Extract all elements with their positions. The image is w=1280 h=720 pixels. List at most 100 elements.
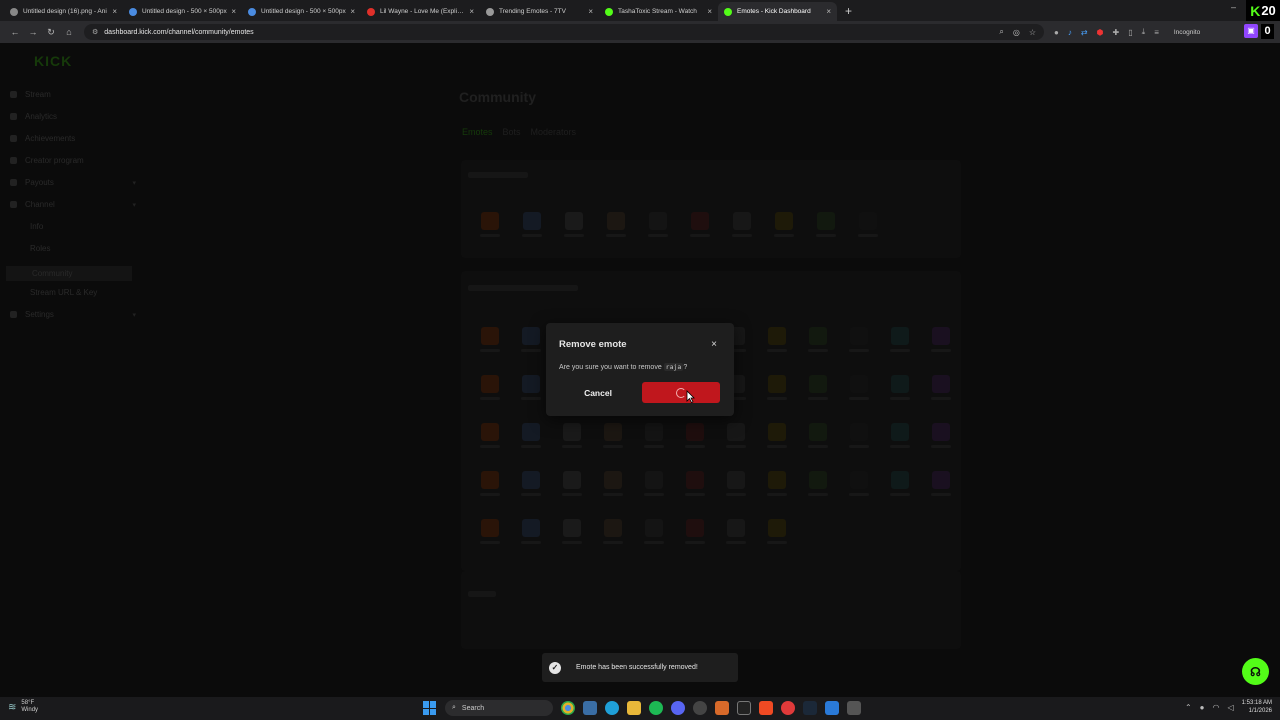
close-tab-icon[interactable]: ×: [826, 7, 831, 16]
browser-tab[interactable]: Trending Emotes - 7TV ×: [480, 2, 599, 21]
wifi-icon[interactable]: ◠: [1213, 703, 1220, 712]
emote-tile[interactable]: [643, 212, 673, 250]
community-tab[interactable]: Bots: [503, 127, 521, 137]
emote-tile[interactable]: [721, 423, 751, 461]
close-tab-icon[interactable]: ×: [350, 7, 355, 16]
steam-icon[interactable]: [803, 701, 817, 715]
emote-tile[interactable]: [926, 327, 956, 365]
emote-tile[interactable]: [727, 212, 757, 250]
new-tab-button[interactable]: +: [837, 2, 860, 21]
emote-tile[interactable]: [762, 471, 792, 509]
emote-tile[interactable]: [557, 423, 587, 461]
file-explorer-icon[interactable]: [627, 701, 641, 715]
home-icon[interactable]: ⌂: [60, 27, 78, 37]
emote-tile[interactable]: [803, 327, 833, 365]
sidebar-item[interactable]: Community: [6, 266, 132, 281]
emote-tile[interactable]: [639, 471, 669, 509]
emote-tile[interactable]: [559, 212, 589, 250]
emote-tile[interactable]: [844, 327, 874, 365]
app-a-icon[interactable]: [715, 701, 729, 715]
community-tab[interactable]: Emotes: [462, 127, 493, 137]
volume-icon[interactable]: ◁: [1227, 703, 1233, 712]
emote-tile[interactable]: [516, 375, 546, 413]
emote-tile[interactable]: [885, 471, 915, 509]
incognito-indicator[interactable]: Incognito: [1174, 29, 1200, 36]
emote-tile[interactable]: [475, 471, 505, 509]
emote-tile[interactable]: [844, 375, 874, 413]
emote-tile[interactable]: [680, 471, 710, 509]
emote-tile[interactable]: [803, 375, 833, 413]
reload-icon[interactable]: ↻: [42, 27, 60, 38]
browser-tab[interactable]: Untitled design - 500 × 500px ×: [242, 2, 361, 21]
obs-icon[interactable]: [693, 701, 707, 715]
emote-tile[interactable]: [885, 327, 915, 365]
back-icon[interactable]: ←: [6, 27, 24, 37]
emote-tile[interactable]: [516, 327, 546, 365]
sidepanel-icon[interactable]: ▯: [1128, 28, 1132, 37]
bookmark-star-icon[interactable]: ☆: [1029, 28, 1036, 37]
clock[interactable]: 1:53:18 AM 1/1/2026: [1242, 699, 1272, 715]
eye-off-icon[interactable]: ◎: [1013, 28, 1020, 37]
sidebar-item[interactable]: Settings ▾: [10, 310, 136, 319]
windows-start-icon[interactable]: [423, 701, 437, 715]
weather-widget[interactable]: ≋ 58°F Windy: [8, 700, 38, 714]
close-tab-icon[interactable]: ×: [231, 7, 236, 16]
minimize-icon[interactable]: –: [1231, 2, 1236, 12]
site-info-icon[interactable]: ⚙: [92, 28, 98, 36]
emote-tile[interactable]: [844, 423, 874, 461]
emote-tile[interactable]: [475, 212, 505, 250]
emote-tile[interactable]: [853, 212, 883, 250]
emote-tile[interactable]: [885, 423, 915, 461]
emote-tile[interactable]: [639, 519, 669, 557]
brave-icon[interactable]: [759, 701, 773, 715]
sidebar-item[interactable]: Info: [10, 222, 136, 231]
remove-button[interactable]: [642, 382, 720, 403]
emote-tile[interactable]: [639, 423, 669, 461]
browser-tab[interactable]: TashaToxic Stream - Watch ×: [599, 2, 718, 21]
spotify-icon[interactable]: [649, 701, 663, 715]
emote-tile[interactable]: [926, 375, 956, 413]
sidebar-item[interactable]: Payouts ▾: [10, 178, 136, 187]
taskbar-search[interactable]: ⌕ Search: [445, 700, 553, 716]
discord-icon[interactable]: [671, 701, 685, 715]
emote-tile[interactable]: [803, 423, 833, 461]
emote-tile[interactable]: [811, 212, 841, 250]
address-bar[interactable]: ⚙ dashboard.kick.com/channel/community/e…: [84, 24, 1044, 40]
sidebar-item[interactable]: Channel ▾: [10, 200, 136, 209]
chrome-alt-icon[interactable]: [781, 701, 795, 715]
sidebar-item[interactable]: Creator program: [10, 156, 136, 165]
extension-audio-icon[interactable]: ♪: [1068, 28, 1072, 37]
zoom-icon[interactable]: ⌕: [999, 27, 1003, 37]
emote-tile[interactable]: [926, 423, 956, 461]
calculator-icon[interactable]: [847, 701, 861, 715]
community-tab[interactable]: Moderators: [531, 127, 577, 137]
emote-tile[interactable]: [516, 471, 546, 509]
close-tab-icon[interactable]: ×: [112, 7, 117, 16]
forward-icon[interactable]: →: [24, 27, 42, 37]
emote-tile[interactable]: [601, 212, 631, 250]
sidebar-item[interactable]: Achievements: [10, 134, 136, 143]
emote-tile[interactable]: [803, 471, 833, 509]
emote-tile[interactable]: [721, 471, 751, 509]
close-icon[interactable]: ×: [711, 339, 717, 350]
emote-tile[interactable]: [557, 519, 587, 557]
emote-tile[interactable]: [475, 327, 505, 365]
terminal-icon[interactable]: [737, 701, 751, 715]
chrome-icon[interactable]: [561, 701, 575, 715]
emote-tile[interactable]: [475, 519, 505, 557]
emote-tile[interactable]: [762, 423, 792, 461]
emote-tile[interactable]: [598, 423, 628, 461]
emote-tile[interactable]: [516, 423, 546, 461]
emote-tile[interactable]: [517, 212, 547, 250]
extension-adblock-icon[interactable]: ⬢: [1097, 28, 1104, 37]
sidebar-item[interactable]: Stream: [10, 90, 136, 99]
browser-tab[interactable]: Emotes - Kick Dashboard ×: [718, 2, 837, 21]
emote-tile[interactable]: [721, 519, 751, 557]
download-icon[interactable]: ⤓: [1142, 27, 1146, 37]
emote-tile[interactable]: [680, 423, 710, 461]
emote-tile[interactable]: [926, 471, 956, 509]
extension-translate-icon[interactable]: ⇄: [1081, 28, 1088, 37]
sidebar-item[interactable]: Roles: [10, 244, 136, 253]
edge-icon[interactable]: [605, 701, 619, 715]
extensions-puzzle-icon[interactable]: ✚: [1113, 28, 1120, 37]
